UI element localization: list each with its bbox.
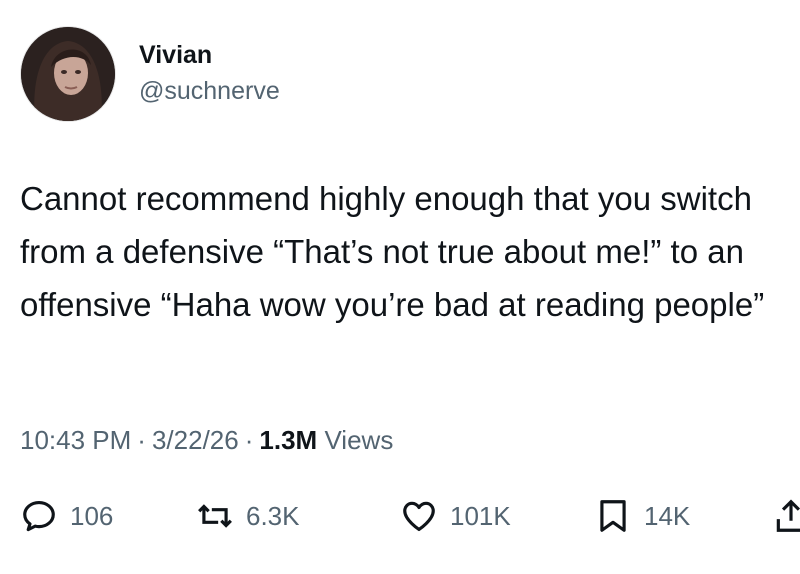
retweet-icon bbox=[198, 504, 232, 528]
reply-button[interactable]: 106 bbox=[20, 497, 113, 535]
bookmark-count: 14K bbox=[644, 500, 691, 531]
share-icon bbox=[776, 499, 800, 532]
bookmark-button[interactable]: 14K bbox=[594, 497, 690, 535]
like-icon bbox=[403, 501, 435, 532]
like-button[interactable]: 101K bbox=[400, 497, 511, 535]
tweet-text: Cannot recommend highly enough that you … bbox=[20, 180, 765, 323]
handle[interactable]: @suchnerve bbox=[139, 74, 280, 108]
action-bar: 106 6.3K 101K 14K bbox=[20, 497, 800, 537]
views-label: Views bbox=[324, 425, 394, 455]
meta-separator: · bbox=[244, 425, 254, 455]
avatar[interactable] bbox=[20, 26, 116, 122]
avatar-photo bbox=[21, 27, 115, 121]
views-count: 1.3M bbox=[259, 425, 318, 455]
display-name[interactable]: Vivian bbox=[139, 40, 280, 70]
author-info: Vivian @suchnerve bbox=[139, 40, 280, 108]
tweet-date[interactable]: 3/22/26 bbox=[152, 425, 239, 455]
tweet-meta: 10:43 PM · 3/22/26 · 1.3M Views bbox=[20, 425, 393, 456]
bookmark-icon bbox=[600, 500, 626, 532]
meta-separator: · bbox=[137, 425, 146, 455]
reply-count: 106 bbox=[70, 500, 114, 531]
retweet-button[interactable]: 6.3K bbox=[196, 497, 300, 535]
tweet-header: Vivian @suchnerve bbox=[20, 26, 280, 122]
reply-icon bbox=[23, 500, 55, 532]
like-count: 101K bbox=[450, 500, 511, 531]
tweet-time[interactable]: 10:43 PM bbox=[20, 425, 131, 455]
retweet-count: 6.3K bbox=[246, 500, 300, 531]
share-button[interactable] bbox=[772, 497, 800, 535]
